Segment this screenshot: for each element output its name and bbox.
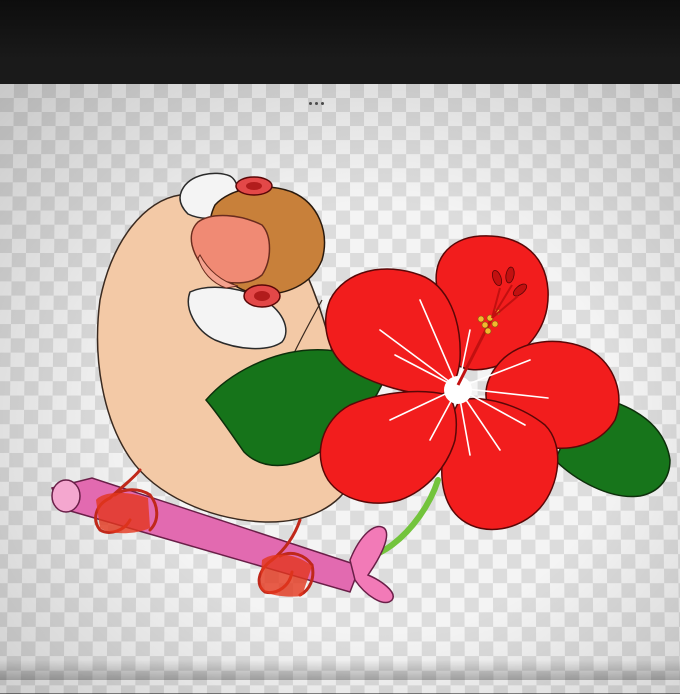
hibiscus-center <box>444 376 472 404</box>
bird-eye-bottom <box>254 291 270 301</box>
perch-bow <box>349 525 394 604</box>
screen-bottom-shade <box>0 660 680 680</box>
bird-eye-top <box>246 182 262 190</box>
perch-end <box>51 479 81 513</box>
illustration-artwork <box>50 172 671 604</box>
